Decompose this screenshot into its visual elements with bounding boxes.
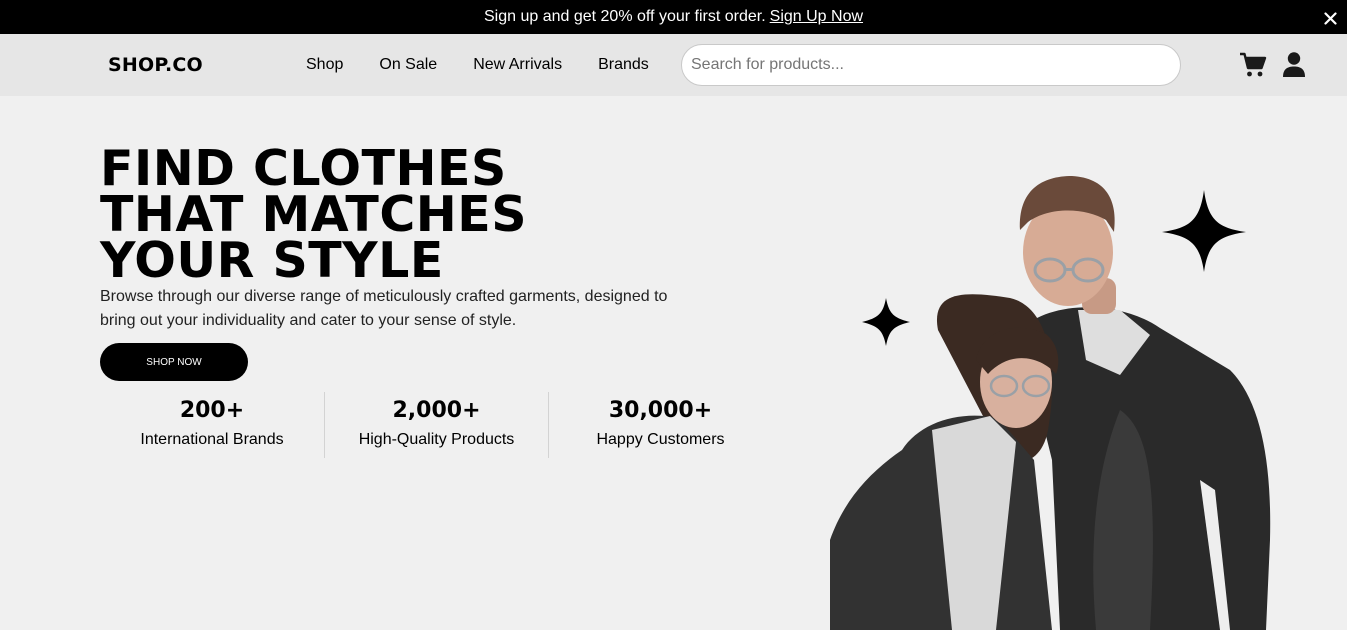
- sign-up-link[interactable]: Sign Up Now: [770, 8, 863, 26]
- announcement-bar: Sign up and get 20% off your first order…: [0, 0, 1347, 34]
- stats-row: 200+ International Brands 2,000+ High-Qu…: [100, 392, 772, 458]
- hero-title-line: YOUR STYLE: [100, 232, 444, 289]
- stat-item: 2,000+ High-Quality Products: [324, 392, 548, 458]
- sparkle-icon: [1162, 190, 1246, 272]
- stat-label: High-Quality Products: [358, 431, 515, 448]
- cart-icon[interactable]: [1239, 51, 1267, 79]
- stat-label: Happy Customers: [596, 431, 725, 448]
- sparkle-icon: [862, 298, 910, 346]
- close-icon[interactable]: [1321, 9, 1339, 27]
- shop-now-button[interactable]: SHOP NOW: [100, 343, 248, 381]
- hero-description: Browse through our diverse range of meti…: [100, 288, 668, 329]
- stat-label: International Brands: [140, 431, 284, 448]
- user-icon[interactable]: [1281, 51, 1309, 79]
- nav-link-brands[interactable]: Brands: [598, 56, 649, 74]
- stat-item: 200+ International Brands: [100, 392, 324, 458]
- nav-link-on-sale[interactable]: On Sale: [379, 56, 437, 74]
- hero-title: FIND CLOTHES THAT MATCHES YOUR STYLE: [100, 144, 800, 289]
- site-logo[interactable]: SHOP.CO: [108, 54, 203, 76]
- nav-link-new-arrivals[interactable]: New Arrivals: [473, 56, 562, 74]
- hero-image: [830, 176, 1271, 630]
- announcement-text: Sign up and get 20% off your first order…: [483, 8, 766, 25]
- nav-links: Shop On Sale New Arrivals Brands: [306, 56, 649, 74]
- search-input[interactable]: [681, 44, 1181, 86]
- nav-link-shop[interactable]: Shop: [306, 56, 343, 74]
- stat-value: 200+: [179, 398, 245, 423]
- stat-value: 2,000+: [392, 398, 481, 423]
- stat-item: 30,000+ Happy Customers: [548, 392, 772, 458]
- navbar: SHOP.CO Shop On Sale New Arrivals Brands: [0, 34, 1347, 96]
- stat-value: 30,000+: [608, 398, 713, 423]
